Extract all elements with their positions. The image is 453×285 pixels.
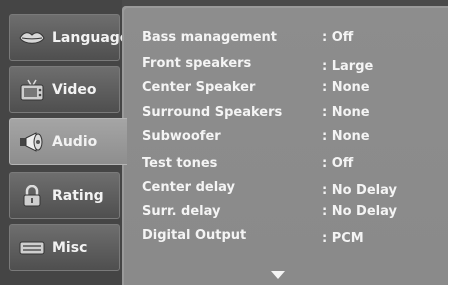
misc-icon: [19, 237, 45, 259]
setting-name: Center Speaker: [142, 80, 256, 95]
setting-value: : PCM: [322, 231, 364, 246]
setup-menu: Language Video Audio Rating Misc Bass ma…: [0, 0, 453, 285]
setting-value: : Large: [322, 59, 374, 74]
setting-name: Front speakers: [142, 56, 252, 71]
setting-row[interactable]: Center delay : No Delay: [142, 178, 442, 198]
setting-name: Surround Speakers: [142, 105, 283, 120]
setting-name: Bass management: [142, 30, 277, 45]
setting-row[interactable]: Subwoofer : None: [142, 127, 442, 147]
setting-name: Center delay: [142, 180, 236, 195]
setting-row[interactable]: Center Speaker : None: [142, 78, 442, 98]
setting-row[interactable]: Front speakers : Large: [142, 54, 442, 74]
setting-value: : No Delay: [322, 204, 397, 219]
setting-name: Subwoofer: [142, 129, 221, 144]
tab-misc-label: Misc: [52, 239, 88, 256]
tab-video-label: Video: [52, 81, 97, 98]
tab-language-label: Language: [52, 29, 130, 46]
setting-row[interactable]: Surround Speakers : None: [142, 103, 442, 123]
padlock-icon: [19, 184, 45, 207]
tab-language[interactable]: Language: [9, 14, 129, 61]
setting-value: : Off: [322, 156, 354, 171]
speaker-icon: [19, 131, 45, 153]
setting-name: Digital Output: [142, 228, 247, 243]
setting-row[interactable]: Digital Output : PCM: [142, 226, 442, 246]
setting-value: : None: [322, 129, 370, 144]
setting-row[interactable]: Surr. delay : No Delay: [142, 202, 442, 222]
setting-value: : No Delay: [322, 183, 397, 198]
setting-name: Test tones: [142, 156, 218, 171]
setting-row[interactable]: Test tones : Off: [142, 154, 442, 174]
setting-name: Surr. delay: [142, 204, 221, 219]
setting-value: : None: [322, 80, 370, 95]
lips-icon: [19, 27, 45, 49]
tab-rating-label: Rating: [52, 187, 104, 204]
tab-audio[interactable]: Audio: [9, 118, 127, 165]
audio-settings-panel: Bass management : Off Front speakers : L…: [122, 6, 453, 285]
tab-video[interactable]: Video: [9, 66, 120, 113]
tab-misc[interactable]: Misc: [9, 224, 120, 271]
setting-value: : None: [322, 105, 370, 120]
tab-rating[interactable]: Rating: [9, 172, 120, 219]
scroll-down-arrow-icon[interactable]: [271, 271, 285, 279]
category-sidebar: Language Video Audio Rating Misc: [0, 0, 129, 285]
frame-edge: [448, 0, 453, 285]
tv-icon: [19, 79, 45, 101]
setting-value: : Off: [322, 30, 354, 45]
tab-audio-label: Audio: [52, 133, 98, 150]
setting-row[interactable]: Bass management : Off: [142, 28, 442, 48]
